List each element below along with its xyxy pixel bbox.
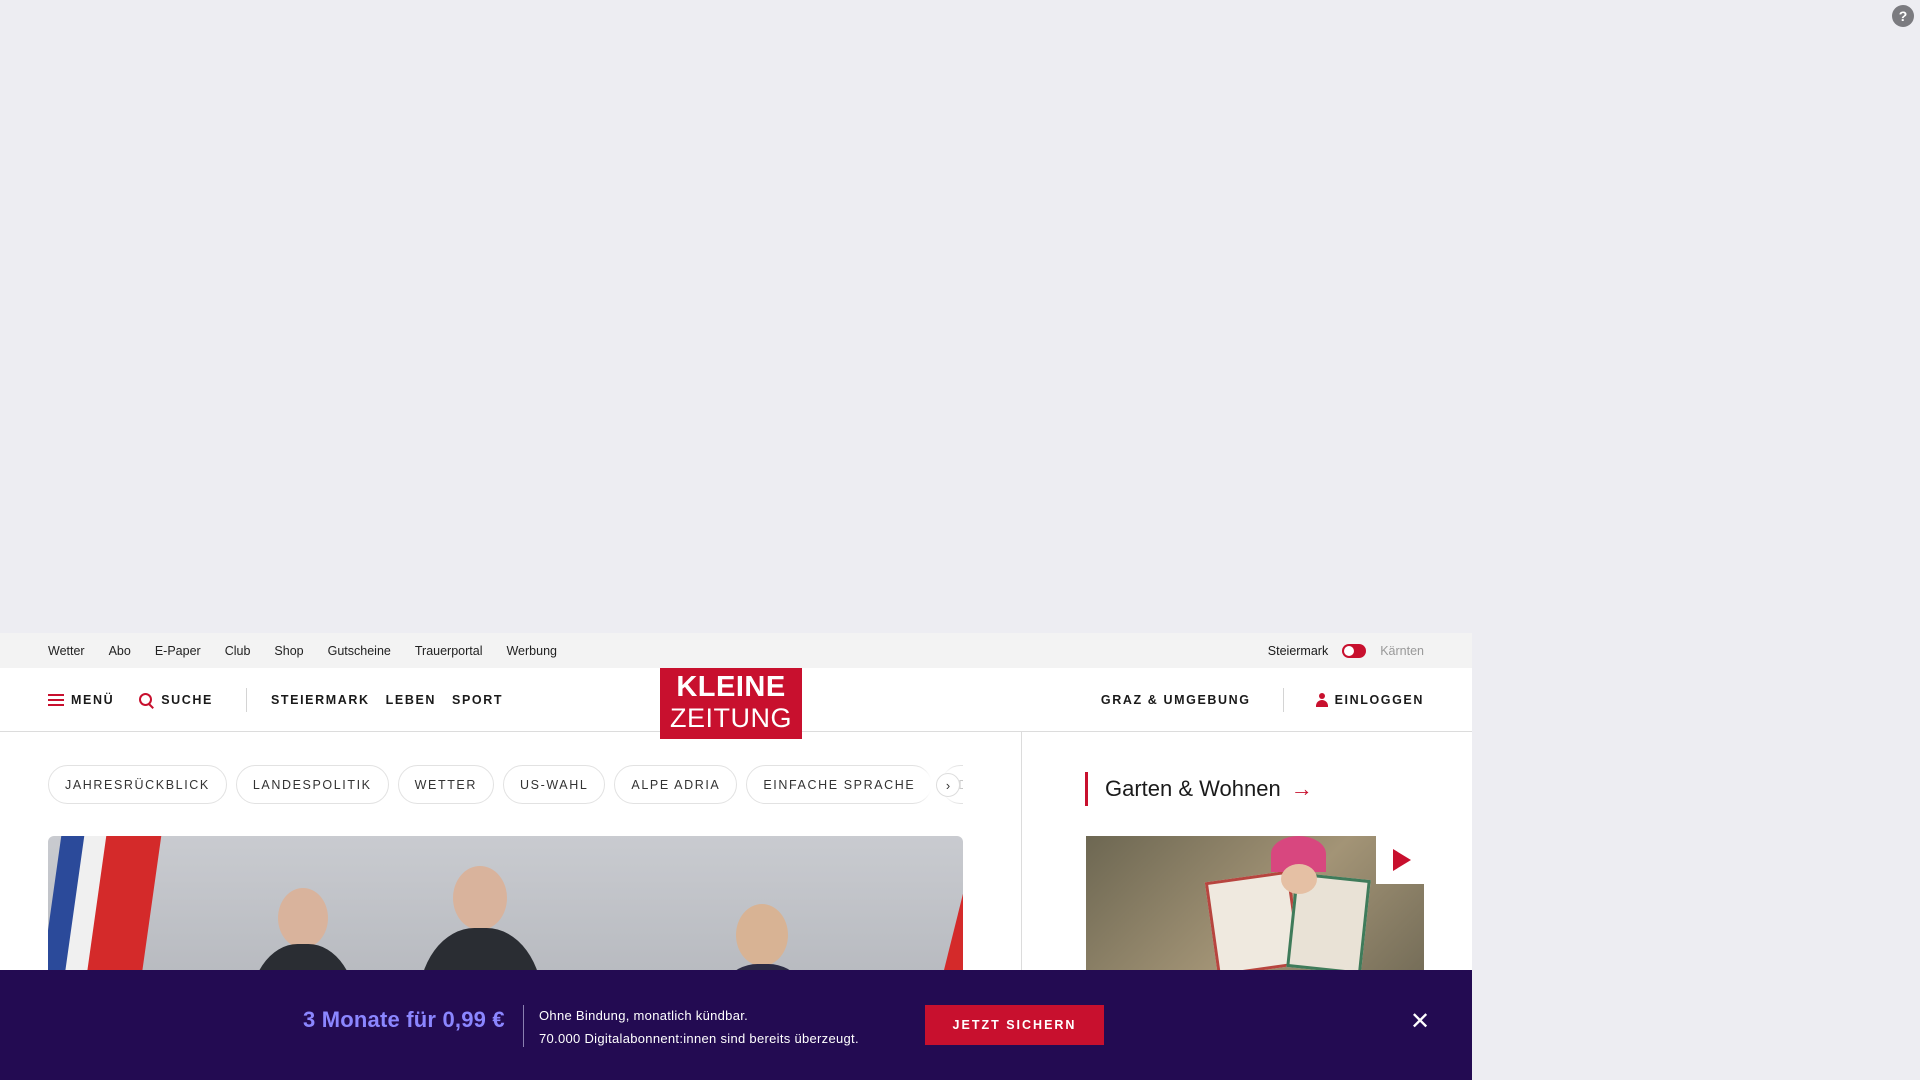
login-button[interactable]: EINLOGGEN bbox=[1315, 692, 1424, 707]
subscribe-button[interactable]: JETZT SICHERN bbox=[925, 1005, 1104, 1045]
person-head bbox=[278, 888, 328, 948]
person-head bbox=[453, 866, 507, 930]
utility-link-wetter[interactable]: Wetter bbox=[48, 644, 85, 658]
top-utility-bar: Wetter Abo E-Paper Club Shop Gutscheine … bbox=[0, 633, 1472, 668]
menu-button[interactable]: MENÜ bbox=[48, 693, 114, 707]
utility-links: Wetter Abo E-Paper Club Shop Gutscheine … bbox=[48, 644, 557, 658]
header-divider bbox=[245, 687, 247, 712]
region-steiermark[interactable]: Steiermark bbox=[1268, 644, 1328, 658]
logo-line-1: KLEINE bbox=[676, 671, 786, 703]
region-toggle[interactable] bbox=[1342, 643, 1367, 658]
promo-divider bbox=[523, 1005, 524, 1047]
utility-link-trauerportal[interactable]: Trauerportal bbox=[415, 644, 483, 658]
hamburger-icon bbox=[48, 693, 64, 706]
login-label: EINLOGGEN bbox=[1334, 692, 1424, 707]
utility-link-shop[interactable]: Shop bbox=[274, 644, 303, 658]
region-link-graz[interactable]: GRAZ & UMGEBUNG bbox=[1101, 693, 1251, 707]
promo-line-2: 70.000 Digitalabonnent:innen sind bereit… bbox=[539, 1031, 859, 1046]
tag-jahresrueckblick[interactable]: JAHRESRÜCKBLICK bbox=[48, 765, 227, 804]
logo-line-2: ZEITUNG bbox=[670, 703, 792, 733]
topic-tags: JAHRESRÜCKBLICK LANDESPOLITIK WETTER US-… bbox=[48, 765, 963, 805]
utility-link-gutscheine[interactable]: Gutscheine bbox=[328, 644, 391, 658]
tag-wetter[interactable]: WETTER bbox=[397, 765, 494, 804]
region-kaernten[interactable]: Kärnten bbox=[1380, 644, 1424, 658]
toggle-knob bbox=[1344, 645, 1355, 656]
nav-steiermark[interactable]: STEIERMARK bbox=[271, 693, 370, 707]
tag-alpe-adria[interactable]: ALPE ADRIA bbox=[614, 765, 738, 804]
nav-leben[interactable]: LEBEN bbox=[386, 693, 436, 707]
tag-us-wahl[interactable]: US-WAHL bbox=[503, 765, 606, 804]
search-label: SUCHE bbox=[161, 692, 213, 707]
utility-link-club[interactable]: Club bbox=[225, 644, 251, 658]
promo-price: 3 Monate für 0,99 € bbox=[303, 1007, 505, 1032]
utility-link-abo[interactable]: Abo bbox=[109, 644, 131, 658]
main-header: MENÜ SUCHE STEIERMARK LEBEN SPORT KLEINE… bbox=[0, 668, 1472, 739]
person-head bbox=[736, 904, 788, 966]
face-shape bbox=[1281, 864, 1317, 894]
chevron-right-icon[interactable]: › bbox=[936, 773, 960, 797]
section-title-label: Garten & Wohnen bbox=[1105, 776, 1281, 801]
utility-link-werbung[interactable]: Werbung bbox=[506, 644, 557, 658]
search-button[interactable]: SUCHE bbox=[138, 692, 213, 708]
subscription-banner: 3 Monate für 0,99 € Ohne Bindung, monatl… bbox=[0, 970, 1472, 1080]
tag-landespolitik[interactable]: LANDESPOLITIK bbox=[235, 765, 389, 804]
close-icon[interactable]: ✕ bbox=[1408, 1010, 1432, 1034]
header-divider-right bbox=[1282, 687, 1284, 712]
help-icon[interactable]: ? bbox=[1892, 5, 1914, 27]
section-title-garten-wohnen[interactable]: Garten & Wohnen → bbox=[1085, 772, 1313, 806]
play-icon[interactable] bbox=[1376, 836, 1424, 884]
menu-label: MENÜ bbox=[71, 692, 115, 707]
utility-link-epaper[interactable]: E-Paper bbox=[155, 644, 201, 658]
nav-sport[interactable]: SPORT bbox=[452, 693, 503, 707]
arrow-right-icon: → bbox=[1290, 776, 1313, 801]
promo-line-1: Ohne Bindung, monatlich kündbar. bbox=[539, 1008, 749, 1023]
user-icon bbox=[1315, 692, 1328, 707]
site-logo[interactable]: KLEINE ZEITUNG bbox=[660, 668, 802, 739]
tag-einfache-sprache[interactable]: EINFACHE SPRACHE bbox=[746, 765, 933, 804]
promo-text: Ohne Bindung, monatlich kündbar. 70.000 … bbox=[539, 1004, 859, 1050]
region-switch: Steiermark Kärnten bbox=[1268, 643, 1424, 658]
search-icon bbox=[138, 692, 154, 708]
